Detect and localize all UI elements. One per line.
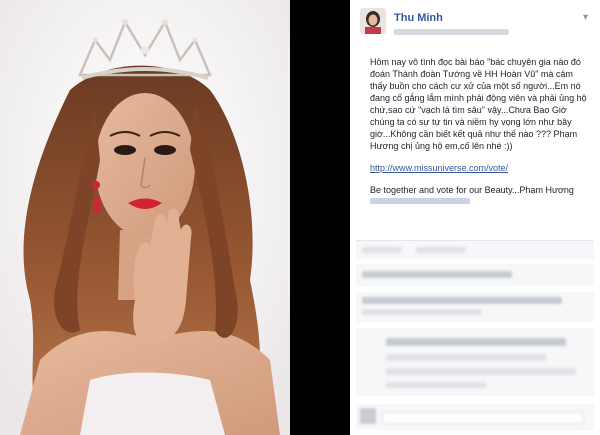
comment-redacted-3 [356,328,594,396]
vote-link[interactable]: http://www.missuniverse.com/vote/ [370,163,508,173]
author-name[interactable]: Thu Minh [394,12,443,24]
chevron-down-icon[interactable]: ▾ [583,12,588,23]
post-paragraph-2: Be together and vote for our Beauty...Ph… [370,185,574,195]
post-photo[interactable] [0,0,290,435]
post-body: Hôm nay vô tình đọc bài báo "bác chuyên … [370,56,592,204]
post-paragraph-1: Hôm nay vô tình đọc bài báo "bác chuyên … [370,57,587,151]
avatar[interactable] [360,8,386,34]
post-timestamp-redacted [394,29,509,35]
comment-redacted-2 [356,292,594,322]
post-actions-redacted [356,240,594,259]
portrait-illustration [0,0,290,435]
redacted-tag [370,198,470,204]
comment-redacted-1 [356,264,594,286]
comment-input-redacted [356,404,594,430]
post-header: Thu Minh ▾ [360,6,592,46]
post-panel: Thu Minh ▾ Hôm nay vô tình đọc bài báo "… [350,0,600,435]
